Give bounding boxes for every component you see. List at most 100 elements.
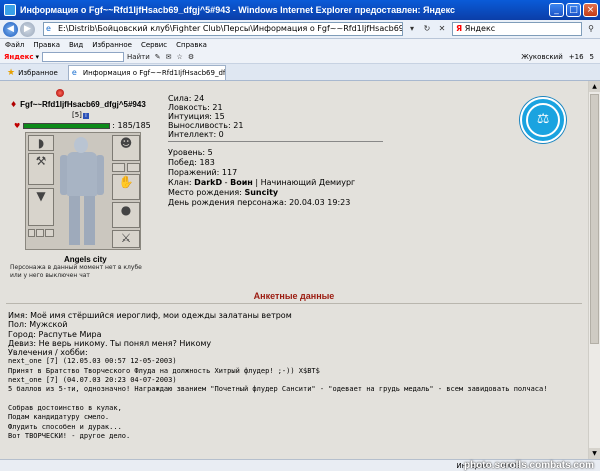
ring-slot-1[interactable]: [28, 229, 35, 237]
record-level: Уровень: 5: [168, 148, 213, 157]
status-bar: Интернет 100% photo.scrolls.combats.com: [0, 459, 600, 471]
profile-line: next_one [7] (12.05.03 00:57 12-05-2003): [8, 357, 177, 366]
level-row: [5] i: [72, 111, 89, 119]
menu-tools[interactable]: Сервис: [141, 41, 167, 49]
find-button[interactable]: Найти: [127, 53, 150, 61]
yandex-brand[interactable]: Яндекс: [4, 53, 34, 61]
hp-row: ♥ : 185/185: [14, 121, 151, 130]
refresh-icon[interactable]: ↻: [421, 23, 433, 35]
mail-icon[interactable]: ✉: [166, 53, 172, 61]
hp-text: : 185/185: [112, 121, 151, 130]
address-dropdown-icon[interactable]: ▾: [406, 23, 418, 35]
forward-button[interactable]: ▶: [20, 21, 35, 37]
profile-line: Собрав достоинство в кулак,: [8, 403, 122, 412]
maximize-button[interactable]: □: [566, 3, 581, 17]
profile-gender: Пол: Мужской: [8, 320, 68, 330]
toolbar-search-input[interactable]: [42, 52, 125, 62]
profile-name: Имя: Моё имя стёршийся иероглиф, мои оде…: [8, 311, 292, 320]
hp-bar-fill: [24, 123, 110, 128]
stats-divider: [168, 141, 383, 142]
stat-endurance: Выносливость: 21: [168, 121, 244, 130]
favorites-button[interactable]: ★ Избранное: [3, 65, 62, 80]
close-button[interactable]: ×: [583, 3, 598, 17]
menu-favorites[interactable]: Избранное: [92, 41, 132, 49]
menu-help[interactable]: Справка: [176, 41, 207, 49]
record-block: Уровень: 5 Побед: 183 Поражений: 117 Кла…: [168, 148, 418, 208]
minimize-button[interactable]: _: [549, 3, 564, 17]
clan-emblem[interactable]: ⚖: [520, 97, 566, 143]
scales-icon: ⚖: [536, 111, 550, 127]
favorites-label: Избранное: [18, 68, 58, 77]
alignment-icon: ♦: [10, 100, 18, 109]
ie-app-icon: [4, 4, 16, 16]
profile-motto: Девиз: Не верь никому. Ты понял меня? Ни…: [8, 338, 212, 348]
scroll-up-icon[interactable]: ▲: [589, 81, 600, 92]
weapon-slot[interactable]: ⚒: [28, 153, 54, 185]
search-go-icon[interactable]: ⚲: [585, 23, 597, 35]
menu-edit[interactable]: Правка: [33, 41, 60, 49]
helmet-slot[interactable]: ◗: [28, 135, 54, 151]
gloves-icon: ✋: [118, 175, 134, 189]
record-birthplace: Место рождения: Suncity: [168, 188, 418, 198]
clan-name[interactable]: DarkD: [194, 178, 222, 187]
record-clan: Клан: DarkD - Воин | Начинающий Демиург: [168, 178, 356, 187]
profile-line: Вот ТВОРЧЕСКИ! - другое дело.: [8, 431, 131, 440]
yandex-toolbar: Яндекс ▾ Найти ✎ ✉ ☆ ⚙ Жуковский +16 5: [0, 51, 600, 64]
yandex-search-logo: Я: [456, 24, 463, 33]
vertical-scrollbar[interactable]: ▲ ▼: [588, 81, 600, 459]
character-name-row: ♦ Fgf~~Rfd1IjfHsacb69_dfgj^5#943: [10, 100, 160, 109]
profile-line: Флудить способен и дурак...: [8, 422, 122, 431]
character-name: Fgf~~Rfd1IjfHsacb69_dfgj^5#943: [20, 100, 146, 109]
search-brand: Яндекс: [464, 24, 496, 33]
hp-bar: [23, 122, 111, 129]
section-divider: [6, 303, 582, 304]
pen-icon[interactable]: ✎: [155, 53, 161, 61]
mail-count[interactable]: 5: [590, 53, 594, 61]
profile-line: Подам кандидатуру смело.: [8, 413, 110, 422]
page-icon: e: [46, 24, 51, 33]
birthday-value: 20.04.03 19:23: [289, 198, 351, 207]
ring-slot-3[interactable]: [45, 229, 54, 237]
tab-active[interactable]: e Информация о Fgf~~Rfd1IjfHsacb69_dfgj^…: [67, 65, 226, 80]
boots-slot[interactable]: ⚔: [112, 230, 140, 248]
ring-slot-2[interactable]: [36, 229, 44, 237]
clan-suffix: | Начинающий Демиург: [255, 178, 356, 187]
shield-slot[interactable]: ●: [112, 202, 140, 228]
stat-intellect: Интеллект: 0: [168, 130, 224, 139]
record-birthday: День рождения персонажа: 20.04.03 19:23: [168, 198, 418, 208]
settings-icon[interactable]: ⚙: [188, 53, 194, 61]
toolbar-dropdown-icon[interactable]: ▾: [36, 53, 40, 61]
tab-page-icon: e: [71, 68, 77, 77]
earring-slot[interactable]: [127, 163, 140, 172]
profile-line: [8, 395, 578, 404]
address-input[interactable]: e E:\Distrib\Бойцовский клуб\Fighter Clu…: [43, 22, 403, 36]
character-figure: [56, 135, 108, 247]
scroll-down-icon[interactable]: ▼: [589, 448, 600, 459]
profile-hobby-label: Увлечения / хобби:: [8, 348, 88, 358]
gloves-slot[interactable]: ✋: [112, 174, 140, 200]
profile-city: Город: Распутье Мира: [8, 329, 102, 339]
armor-slot[interactable]: ▼: [28, 188, 54, 226]
amulet-slot[interactable]: [112, 163, 125, 172]
back-button[interactable]: ◀: [3, 21, 18, 37]
weather-city[interactable]: Жуковский: [521, 53, 563, 61]
presence-note: Персонажа в данный момент нет в клубе ил…: [10, 264, 142, 279]
search-input[interactable]: Я Яндекс: [452, 22, 582, 36]
menu-view[interactable]: Вид: [69, 41, 83, 49]
toolbar-right: Жуковский +16 5: [521, 53, 600, 61]
level-tag: [5]: [72, 111, 82, 119]
helmet-icon: ◗: [37, 136, 45, 150]
clan-rank: Воин: [230, 178, 253, 187]
menu-file[interactable]: Файл: [5, 41, 24, 49]
stats-block: Сила: 24 Ловкость: 21 Интуиция: 15 Вынос…: [168, 94, 243, 139]
scroll-thumb[interactable]: [590, 94, 599, 344]
profile-line: 5 баллов из 5-ти, однозначно! Награждаю …: [8, 385, 548, 394]
profile-block: Имя: Моё имя стёршийся иероглиф, мои оде…: [8, 311, 578, 441]
bookmark-icon[interactable]: ☆: [177, 53, 183, 61]
stop-icon[interactable]: ✕: [436, 23, 448, 35]
watermark: photo.scrolls.combats.com: [463, 460, 594, 471]
mask-slot[interactable]: ☻: [112, 135, 140, 161]
info-icon[interactable]: i: [82, 113, 89, 119]
city-name: Angels city: [64, 255, 107, 264]
birthplace-label: Место рождения:: [168, 188, 242, 197]
